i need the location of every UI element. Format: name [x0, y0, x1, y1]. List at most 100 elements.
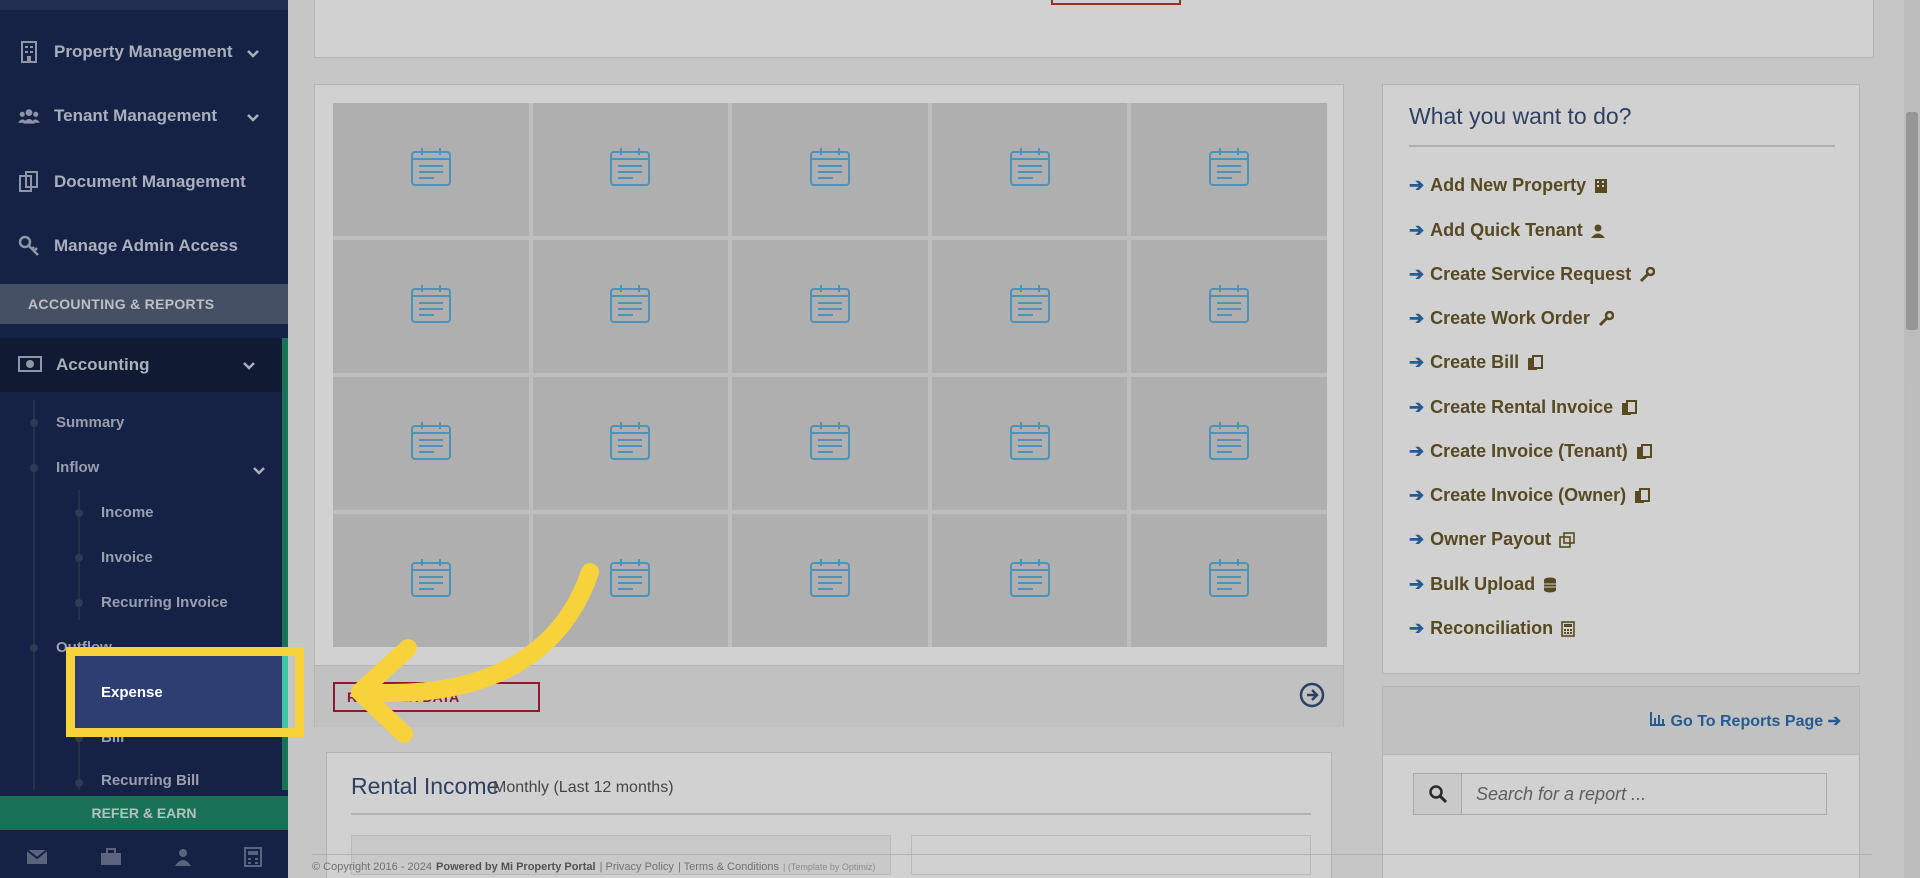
sidebar-subitem-invoice[interactable]: Invoice: [101, 549, 153, 566]
database-icon: [1543, 577, 1557, 593]
quick-action-label: Create Work Order: [1430, 308, 1590, 328]
quick-action-label: Create Invoice (Tenant): [1430, 441, 1628, 461]
quick-action-add-quick-tenant[interactable]: ➔ Add Quick Tenant: [1409, 220, 1605, 241]
sidebar-item-document-management[interactable]: Document Management: [0, 152, 288, 212]
quick-action-reconciliation[interactable]: ➔ Reconciliation: [1409, 618, 1575, 639]
tutorial-highlight-box: [66, 647, 304, 737]
quick-action-label: Reconciliation: [1430, 618, 1554, 638]
calendar-icon: [410, 421, 452, 466]
quick-action-create-bill[interactable]: ➔ Create Bill: [1409, 352, 1544, 373]
calculator-icon: [1561, 620, 1575, 637]
dashboard-tile[interactable]: [1131, 377, 1327, 510]
quick-action-create-invoice-tenant[interactable]: ➔ Create Invoice (Tenant): [1409, 441, 1652, 462]
key-icon: [18, 235, 40, 257]
quick-action-create-invoice-owner[interactable]: ➔ Create Invoice (Owner): [1409, 485, 1651, 506]
calendar-icon: [609, 421, 651, 466]
sidebar-item-label: Document Management: [54, 172, 246, 191]
arrow-right-icon: ➔: [1409, 441, 1425, 461]
sidebar-item-property-management[interactable]: Property Management: [0, 22, 288, 82]
sidebar-item-label: Tenant Management: [54, 106, 218, 125]
sidebar-item-manage-admin-access[interactable]: Manage Admin Access: [0, 216, 288, 276]
calendar-icon: [609, 558, 651, 603]
mail-icon[interactable]: [26, 848, 48, 870]
sidebar-subitem-summary[interactable]: Summary: [56, 414, 124, 431]
dashboard-tile[interactable]: [732, 240, 928, 373]
footer-privacy-link[interactable]: | Privacy Policy: [600, 861, 674, 873]
dashboard-tile[interactable]: [931, 103, 1128, 236]
sidebar-section-accounting-reports: ACCOUNTING & REPORTS: [0, 284, 288, 324]
wrench-icon: [1598, 310, 1614, 327]
top-card-button[interactable]: [1051, 0, 1181, 5]
user-icon[interactable]: [174, 848, 192, 871]
sidebar-top-strip: [0, 0, 288, 10]
dashboard-tile[interactable]: [333, 514, 529, 647]
tree-dot: [75, 599, 83, 607]
building-icon: [18, 41, 40, 63]
sidebar-subitem-recurring-invoice[interactable]: Recurring Invoice: [101, 594, 228, 611]
copy-icon: [1621, 399, 1638, 416]
tree-dot: [75, 779, 83, 787]
arrow-right-icon: ➔: [1409, 397, 1425, 417]
dashboard-tile[interactable]: [1131, 514, 1327, 647]
briefcase-icon[interactable]: [100, 847, 122, 871]
quick-action-create-service-request[interactable]: ➔ Create Service Request: [1409, 264, 1656, 285]
dashboard-tile-card: REGISTER DATA: [314, 84, 1344, 727]
page-footer: © Copyright 2016 - 2024 Powered by Mi Pr…: [312, 854, 1872, 878]
footer-template-credit: | (Template by Optimiz): [783, 861, 876, 872]
dashboard-tile[interactable]: [532, 103, 729, 236]
chevron-down-icon: [242, 356, 256, 376]
dashboard-tile[interactable]: [931, 514, 1128, 647]
quick-action-label: Add New Property: [1430, 175, 1587, 195]
refer-earn-button[interactable]: REFER & EARN: [0, 796, 288, 830]
main-content: REGISTER DATA What you want to do? ➔ Add …: [288, 0, 1920, 878]
footer-copyright: © Copyright 2016 - 2024: [312, 860, 433, 873]
calendar-icon: [410, 284, 452, 329]
dashboard-tile[interactable]: [931, 377, 1128, 510]
dashboard-tile[interactable]: [333, 103, 529, 236]
arrow-circle-right-icon[interactable]: [1299, 682, 1325, 713]
dashboard-tile[interactable]: [732, 377, 928, 510]
users-icon: [18, 105, 40, 127]
rental-income-subtitle: Monthly (Last 12 months): [493, 779, 674, 796]
money-icon: [18, 355, 42, 375]
dashboard-tile[interactable]: [532, 377, 729, 510]
top-card: [314, 0, 1874, 58]
sidebar-subitem-recurring-bill[interactable]: Recurring Bill: [101, 772, 199, 789]
dashboard-tile[interactable]: [732, 103, 928, 236]
quick-action-label: Add Quick Tenant: [1430, 220, 1583, 240]
dashboard-tile[interactable]: [532, 514, 729, 647]
page-scrollbar[interactable]: [1904, 0, 1920, 878]
quick-action-bulk-upload[interactable]: ➔ Bulk Upload: [1409, 574, 1557, 595]
building-icon: [1594, 178, 1608, 194]
dashboard-tile[interactable]: [333, 377, 529, 510]
reports-card: Go To Reports Page ➔: [1382, 686, 1860, 878]
go-to-reports-link[interactable]: Go To Reports Page ➔: [1650, 711, 1841, 731]
arrow-right-icon: ➔: [1409, 352, 1425, 372]
quick-action-create-work-order[interactable]: ➔ Create Work Order: [1409, 308, 1614, 329]
sidebar-subitem-income[interactable]: Income: [101, 504, 154, 521]
register-data-button[interactable]: REGISTER DATA: [333, 682, 540, 712]
calculator-icon[interactable]: [244, 846, 262, 872]
dashboard-tile[interactable]: [532, 240, 729, 373]
user-icon: [1590, 224, 1605, 238]
footer-powered-by[interactable]: Powered by Mi Property Portal: [436, 861, 596, 873]
sidebar-bottom-toolbar: [0, 840, 288, 878]
calendar-icon: [410, 558, 452, 603]
scrollbar-thumb[interactable]: [1906, 112, 1918, 330]
dashboard-tile[interactable]: [732, 514, 928, 647]
sidebar-item-accounting[interactable]: Accounting: [0, 338, 284, 392]
quick-action-owner-payout[interactable]: ➔ Owner Payout: [1409, 529, 1575, 550]
dashboard-tile[interactable]: [1131, 103, 1327, 236]
sidebar-item-tenant-management[interactable]: Tenant Management: [0, 86, 288, 146]
report-search-input[interactable]: [1462, 774, 1826, 814]
documents-icon: [18, 171, 40, 193]
footer-terms-link[interactable]: | Terms & Conditions: [678, 861, 779, 873]
calendar-icon: [1009, 284, 1051, 329]
quick-action-create-rental-invoice[interactable]: ➔ Create Rental Invoice: [1409, 397, 1638, 418]
sidebar-subitem-inflow[interactable]: Inflow: [56, 459, 99, 476]
quick-action-add-new-property[interactable]: ➔ Add New Property: [1409, 175, 1608, 196]
dashboard-tile[interactable]: [333, 240, 529, 373]
dashboard-tile[interactable]: [1131, 240, 1327, 373]
sidebar-item-label: Manage Admin Access: [54, 236, 238, 255]
dashboard-tile[interactable]: [931, 240, 1128, 373]
